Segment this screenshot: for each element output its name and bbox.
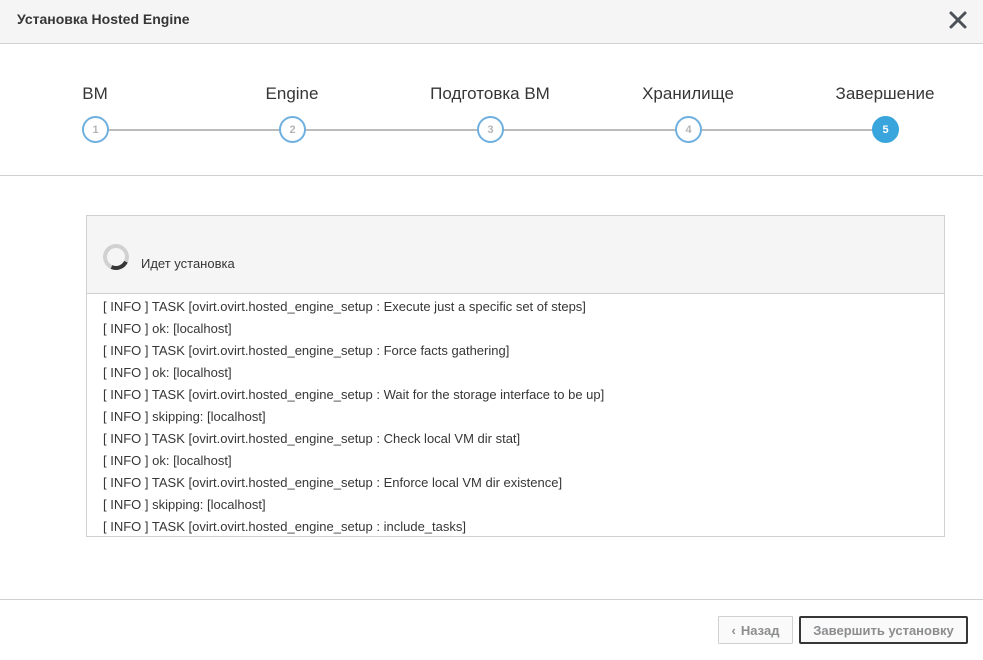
step-number: 4 (675, 116, 702, 143)
modal-header: Установка Hosted Engine (0, 0, 983, 44)
spinner-icon (99, 240, 133, 274)
log-line: [ INFO ] TASK [ovirt.ovirt.hosted_engine… (103, 431, 521, 446)
finish-button-label: Завершить установку (813, 622, 954, 638)
finish-installation-button[interactable]: Завершить установку (799, 616, 968, 644)
log-line: [ INFO ] TASK [ovirt.ovirt.hosted_engine… (103, 519, 466, 534)
step-number: 3 (477, 116, 504, 143)
modal-title: Установка Hosted Engine (17, 11, 190, 27)
close-icon[interactable] (946, 8, 970, 32)
chevron-left-icon: ‹ (731, 622, 736, 638)
log-line: [ INFO ] TASK [ovirt.ovirt.hosted_engine… (103, 343, 510, 358)
log-line: [ INFO ] skipping: [localhost] (103, 497, 266, 512)
log-line: [ INFO ] skipping: [localhost] (103, 409, 266, 424)
log-line: [ INFO ] TASK [ovirt.ovirt.hosted_engine… (103, 387, 605, 402)
hosted-engine-wizard-modal: Установка Hosted Engine ВМ 1 Engine 2 По… (0, 0, 983, 660)
wizard-step-finish[interactable]: Завершение 5 (815, 44, 955, 176)
step-number: 1 (82, 116, 109, 143)
step-number: 2 (279, 116, 306, 143)
installation-status-header: Идет установка (87, 216, 944, 294)
back-button[interactable]: ‹ Назад (718, 616, 793, 644)
step-label: ВМ (82, 84, 108, 103)
installation-log-panel: Идет установка [ INFO ] TASK [ovirt.ovir… (86, 215, 945, 537)
wizard-step-storage[interactable]: Хранилище 4 (618, 44, 758, 176)
step-label: Подготовка ВМ (430, 84, 550, 103)
step-label: Engine (265, 84, 319, 103)
wizard-step-vm[interactable]: ВМ 1 (25, 44, 165, 176)
wizard-step-vm-prep[interactable]: Подготовка ВМ 3 (420, 44, 560, 176)
installation-status-text: Идет установка (141, 256, 235, 271)
step-label: Хранилище (642, 84, 734, 103)
log-line: [ INFO ] TASK [ovirt.ovirt.hosted_engine… (103, 299, 586, 314)
back-button-label: Назад (740, 622, 780, 638)
step-label: Завершение (835, 84, 935, 103)
step-number: 5 (872, 116, 899, 143)
log-line: [ INFO ] ok: [localhost] (103, 365, 232, 380)
log-line: [ INFO ] TASK [ovirt.ovirt.hosted_engine… (103, 475, 563, 490)
installation-log[interactable]: [ INFO ] TASK [ovirt.ovirt.hosted_engine… (103, 296, 933, 536)
wizard-step-engine[interactable]: Engine 2 (222, 44, 362, 176)
log-line: [ INFO ] ok: [localhost] (103, 321, 232, 336)
log-line: [ INFO ] ok: [localhost] (103, 453, 232, 468)
modal-footer: ‹ Назад Завершить установку (0, 599, 983, 660)
wizard-steps: ВМ 1 Engine 2 Подготовка ВМ 3 Хранилище … (0, 44, 983, 176)
